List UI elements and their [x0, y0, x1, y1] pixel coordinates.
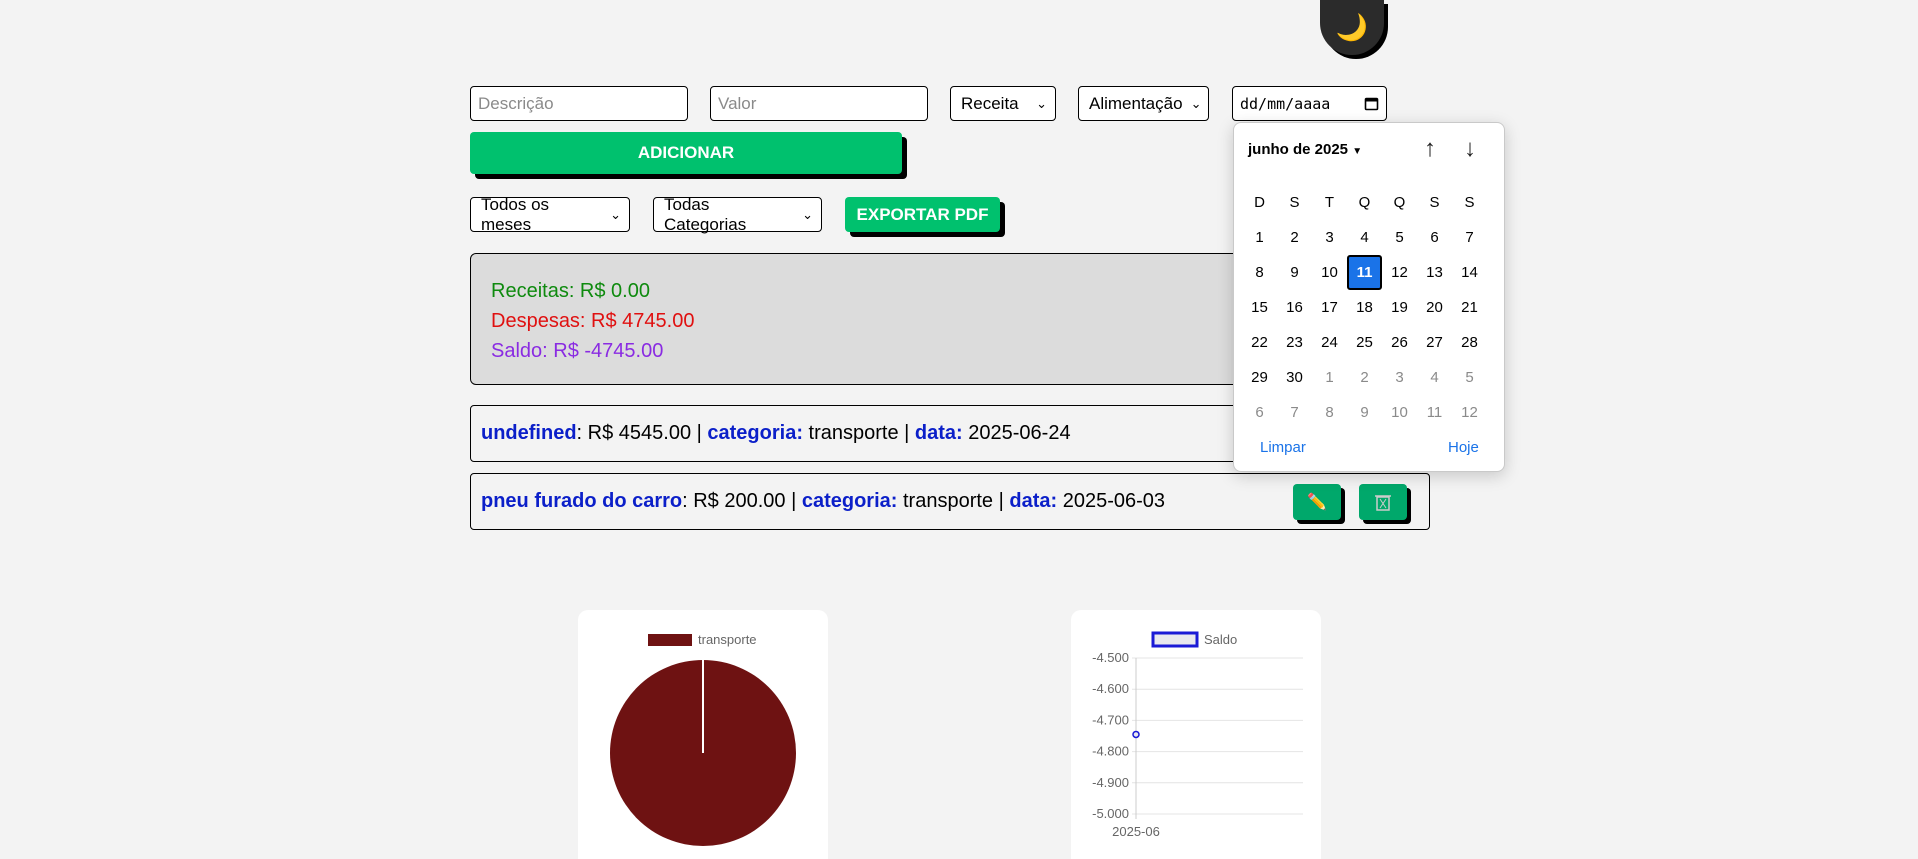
- calendar-day[interactable]: 15: [1242, 290, 1277, 325]
- weekday-header: S: [1289, 194, 1300, 211]
- calendar-day[interactable]: 29: [1242, 360, 1277, 395]
- balance-line-chart: Saldo -4.500 -4.600 -4.700 -4.800 -4.900 -5.0…: [1092, 631, 1303, 839]
- calendar-day[interactable]: 21: [1452, 290, 1487, 325]
- calendar-day[interactable]: 28: [1452, 325, 1487, 360]
- y-tick-label: -4.800: [1092, 744, 1129, 759]
- calendar-icon[interactable]: [1364, 96, 1379, 111]
- category-select[interactable]: Alimentação ⌄: [1078, 86, 1209, 121]
- weekday-header: Q: [1393, 194, 1406, 211]
- add-button[interactable]: ADICIONAR: [470, 132, 902, 174]
- calendar-day[interactable]: 23: [1277, 325, 1312, 360]
- calendar-day[interactable]: 1: [1242, 220, 1277, 255]
- date-input[interactable]: dd/mm/aaaa: [1232, 86, 1387, 121]
- category-pie-chart: transporte: [610, 632, 796, 846]
- line-chart-card: Saldo -4.500 -4.600 -4.700 -4.800 -4.900 -5.0…: [1071, 610, 1321, 859]
- calendar-day[interactable]: 30: [1277, 360, 1312, 395]
- calendar-day[interactable]: 25: [1347, 325, 1382, 360]
- description-input[interactable]: Descrição: [470, 86, 688, 121]
- calendar-day[interactable]: 7: [1277, 395, 1312, 430]
- calendar-day[interactable]: 6: [1417, 220, 1452, 255]
- calendar-day[interactable]: 26: [1382, 325, 1417, 360]
- caret-down-icon: ▼: [1352, 146, 1363, 157]
- y-tick-label: -4.600: [1092, 681, 1129, 696]
- calendar-day[interactable]: 13: [1417, 255, 1452, 290]
- calendar-grid: D S T Q Q S S 1 2 3 4 5 6 7 8 9 10 11 12 13 14 15 16 17 18 19 20 21…: [1242, 185, 1487, 430]
- weekday-header: S: [1464, 194, 1475, 211]
- y-tick-label: -4.700: [1092, 712, 1129, 727]
- category-filter-select[interactable]: Todas Categorias ⌄: [653, 195, 822, 234]
- y-tick-label: -4.900: [1092, 775, 1129, 790]
- calendar-day[interactable]: 7: [1452, 220, 1487, 255]
- y-tick-label: -4.500: [1092, 650, 1129, 665]
- pencil-icon: ✏️: [1307, 494, 1327, 511]
- clear-date-button[interactable]: Limpar: [1260, 439, 1306, 456]
- calendar-day[interactable]: 3: [1312, 220, 1347, 255]
- chevron-down-icon: ⌄: [1190, 95, 1202, 111]
- delete-button[interactable]: [1359, 484, 1407, 520]
- calendar-day[interactable]: 8: [1312, 395, 1347, 430]
- legend-swatch: [1151, 631, 1199, 648]
- calendar-day[interactable]: 12: [1452, 395, 1487, 430]
- calendar-day[interactable]: 10: [1312, 255, 1347, 290]
- calendar-day[interactable]: 9: [1277, 255, 1312, 290]
- transaction-item: pneu furado do carro: R$ 200.00 | catego…: [470, 473, 1430, 530]
- calendar-day[interactable]: 5: [1382, 220, 1417, 255]
- calendar-day[interactable]: 14: [1452, 255, 1487, 290]
- chevron-down-icon: ⌄: [1036, 95, 1047, 111]
- month-filter-select[interactable]: Todos os meses ⌄: [470, 195, 630, 234]
- calendar-day[interactable]: 2: [1347, 360, 1382, 395]
- arrow-down-icon[interactable]: ↓: [1464, 135, 1476, 163]
- calendar-day[interactable]: 9: [1347, 395, 1382, 430]
- calendar-day[interactable]: 17: [1312, 290, 1347, 325]
- date-picker-popup: junho de 2025 ▼ ↑ ↓ D S T Q Q S S 1 2 3 4 5 6 7 8 9 10 11…: [1233, 122, 1505, 472]
- calendar-day[interactable]: 18: [1347, 290, 1382, 325]
- calendar-day[interactable]: 22: [1242, 325, 1277, 360]
- calendar-month-selector[interactable]: junho de 2025 ▼: [1248, 141, 1362, 158]
- type-select[interactable]: Receita ⌄: [950, 86, 1056, 121]
- weekday-header: D: [1254, 194, 1265, 211]
- calendar-day[interactable]: 24: [1312, 325, 1347, 360]
- y-tick-label: -5.000: [1092, 806, 1129, 821]
- weekday-header: T: [1324, 194, 1335, 211]
- data-point: [1132, 730, 1140, 739]
- calendar-day[interactable]: 27: [1417, 325, 1452, 360]
- calendar-day[interactable]: 19: [1382, 290, 1417, 325]
- calendar-day[interactable]: 1: [1312, 360, 1347, 395]
- chevron-down-icon: ⌄: [802, 206, 813, 222]
- x-tick-label: 2025-06: [1112, 824, 1160, 839]
- calendar-day[interactable]: 11: [1417, 395, 1452, 430]
- calendar-day[interactable]: 11: [1347, 255, 1382, 290]
- theme-toggle-button[interactable]: 🌙: [1320, 0, 1384, 55]
- edit-button[interactable]: ✏️: [1293, 484, 1341, 520]
- trash-icon: [1375, 495, 1391, 511]
- calendar-day[interactable]: 4: [1347, 220, 1382, 255]
- legend-swatch: [648, 634, 692, 646]
- moon-icon: 🌙: [1335, 12, 1369, 42]
- calendar-day[interactable]: 4: [1417, 360, 1452, 395]
- weekday-header: Q: [1358, 194, 1371, 211]
- pie-chart-card: transporte: [578, 610, 828, 859]
- value-input[interactable]: Valor: [710, 86, 928, 121]
- legend-label: Saldo: [1204, 632, 1237, 647]
- calendar-day[interactable]: 5: [1452, 360, 1487, 395]
- calendar-day[interactable]: 20: [1417, 290, 1452, 325]
- calendar-day[interactable]: 16: [1277, 290, 1312, 325]
- legend-label: transporte: [698, 632, 757, 647]
- weekday-header: S: [1429, 194, 1440, 211]
- calendar-day[interactable]: 6: [1242, 395, 1277, 430]
- today-button[interactable]: Hoje: [1448, 439, 1479, 456]
- calendar-day[interactable]: 8: [1242, 255, 1277, 290]
- calendar-day[interactable]: 2: [1277, 220, 1312, 255]
- calendar-day[interactable]: 12: [1382, 255, 1417, 290]
- chevron-down-icon: ⌄: [610, 206, 621, 222]
- calendar-day[interactable]: 3: [1382, 360, 1417, 395]
- calendar-day[interactable]: 10: [1382, 395, 1417, 430]
- export-pdf-button[interactable]: EXPORTAR PDF: [845, 197, 1000, 232]
- arrow-up-icon[interactable]: ↑: [1424, 135, 1436, 163]
